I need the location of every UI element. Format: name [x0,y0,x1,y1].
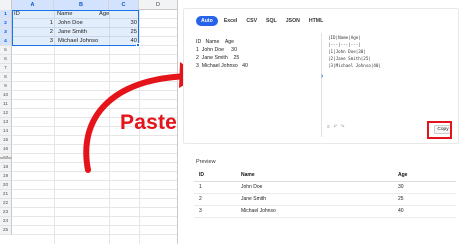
cell-age: 25 [393,193,456,206]
cell-name: Michael Johnso [236,205,393,218]
grid-line [12,207,177,208]
preview-title: Preview [196,159,216,165]
undo-icon[interactable]: ↶ [333,125,338,130]
row-header-10[interactable]: 10 [0,91,12,100]
cell-c2[interactable]: 30 [109,19,137,28]
row-header-3[interactable]: 3 [0,28,12,37]
output-line: |2|Jane Smith|25| [328,56,371,61]
row-header-7[interactable]: 7 [0,64,12,73]
cell-a3[interactable]: 2 [14,28,53,37]
row-header-23[interactable]: 23 [0,208,12,217]
grid-line [12,189,177,190]
column-header-name: Name [236,170,393,182]
table-header-row: ID Name Age [194,170,456,182]
editor-tools: ≡ ↶ ↷ [326,125,345,130]
row-header-21[interactable]: 21 [0,190,12,199]
input-line: 2 Jane Smith 25 [196,55,240,61]
row-header-8[interactable]: 8 [0,73,12,82]
cell-c3[interactable]: 25 [109,28,137,37]
cell-a4[interactable]: 3 [14,37,53,46]
row-header-24[interactable]: 24 [0,217,12,226]
column-header-id: ID [194,170,236,182]
input-line: ID Name Age [196,39,235,45]
row-header-20[interactable]: 20 [0,181,12,190]
format-tabs: Auto Excel CSV SQL JSON HTML [196,16,326,26]
freeze-handle[interactable] [0,157,12,159]
row-header-5[interactable]: 5 [0,46,12,55]
grid-line [12,225,177,226]
preview-table: ID Name Age 1 John Doe 30 2 Jane Smith 2… [194,170,456,218]
row-header-6[interactable]: 6 [0,55,12,64]
tab-json[interactable]: JSON [283,16,303,26]
row-header-2[interactable]: 2 [0,19,12,28]
paste-label: Paste [120,111,178,134]
format-icon[interactable]: ≡ [326,125,331,130]
row-header-1[interactable]: 1 [0,10,12,19]
chevron-right-icon[interactable]: › [318,73,326,81]
grid-line [12,234,177,235]
cell-age: 30 [393,181,456,194]
table-row: 3 Michael Johnso 40 [194,205,456,218]
cell-b3[interactable]: Jane Smith [58,28,108,37]
select-all-corner[interactable] [0,0,12,10]
table-row: 2 Jane Smith 25 [194,193,456,206]
output-line: |1|John Doe|30| [328,49,366,54]
row-header-15[interactable]: 15 [0,136,12,145]
row-header-19[interactable]: 19 [0,172,12,181]
tab-excel[interactable]: Excel [221,16,241,26]
cell-b4[interactable]: Michael Johnso [58,37,111,46]
column-header-age: Age [393,170,456,182]
row-header-22[interactable]: 22 [0,199,12,208]
table-row: 1 John Doe 30 [194,181,456,194]
tab-html[interactable]: HTML [306,16,326,26]
cell-id: 3 [194,205,236,218]
cell-id: 1 [194,181,236,194]
row-header-14[interactable]: 14 [0,127,12,136]
output-line: |ID|Name|Age| [328,35,361,40]
column-header-b[interactable]: B [54,0,109,10]
cell-id: 2 [194,193,236,206]
tab-auto[interactable]: Auto [196,16,218,26]
row-header-13[interactable]: 13 [0,118,12,127]
input-line: 1 John Doe 30 [196,47,237,53]
output-textarea[interactable]: |ID|Name|Age| |---|---|---| |1|John Doe|… [328,35,428,115]
row-header-25[interactable]: 25 [0,226,12,235]
grid-line [12,216,177,217]
column-header-d[interactable]: D [139,0,177,10]
cell-c1[interactable]: Age [99,10,129,19]
column-header-a[interactable]: A [12,0,54,10]
tab-sql[interactable]: SQL [263,16,280,26]
output-line: |3|Michael Johnso|40| [328,63,381,68]
column-header-c[interactable]: C [109,0,139,10]
row-header-9[interactable]: 9 [0,82,12,91]
row-header-16[interactable]: 16 [0,145,12,154]
cell-a1[interactable]: ID [14,10,52,19]
converter-panel: Auto Excel CSV SQL JSON HTML ID Name Age… [183,8,459,144]
row-header-18[interactable]: 18 [0,163,12,172]
row-header-12[interactable]: 12 [0,109,12,118]
output-line: |---|---|---| [328,42,361,47]
fill-handle[interactable] [136,43,140,47]
cell-a2[interactable]: 1 [14,19,53,28]
cell-age: 40 [393,205,456,218]
input-textarea[interactable]: ID Name Age 1 John Doe 30 2 Jane Smith 2… [196,39,318,129]
tab-csv[interactable]: CSV [243,16,260,26]
row-header-11[interactable]: 11 [0,100,12,109]
grid-line [12,198,177,199]
cell-b2[interactable]: John Doe [58,19,108,28]
redo-icon[interactable]: ↷ [340,125,345,130]
cell-name: John Doe [236,181,393,194]
row-header-4[interactable]: 4 [0,37,12,46]
pane-divider [321,33,322,137]
preview-panel: Preview ID Name Age 1 John Doe 30 2 Jane… [191,156,461,242]
copy-highlight-box [427,121,452,139]
cell-name: Jane Smith [236,193,393,206]
input-line: 3 Michael Johnso 40 [196,63,248,69]
cell-c4[interactable]: 40 [109,37,137,46]
